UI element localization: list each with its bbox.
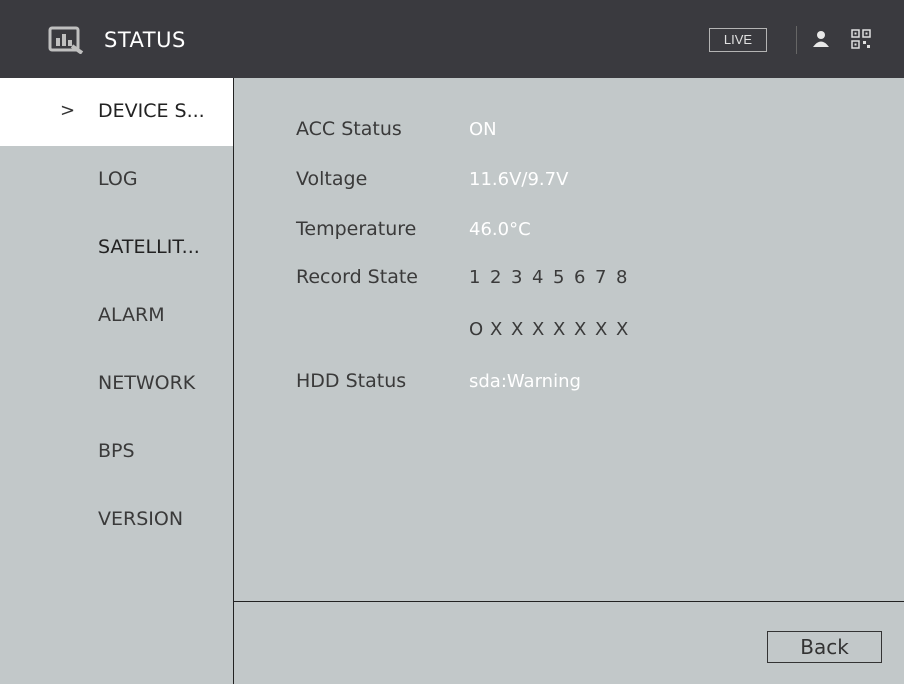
- logo-icon: [48, 26, 84, 54]
- record-channel: 4: [532, 267, 544, 288]
- temperature-label: Temperature: [296, 218, 417, 240]
- sidebar-item-label: BPS: [98, 440, 135, 462]
- record-channel-states: OXXXXXXX: [469, 319, 637, 340]
- sidebar-item-label: LOG: [98, 168, 138, 190]
- status-panel: ACC Status ON Voltage 11.6V/9.7V Tempera…: [234, 78, 904, 684]
- record-channel: 6: [574, 267, 586, 288]
- sidebar-item-satellite[interactable]: SATELLIT...: [0, 214, 233, 282]
- record-state: X: [511, 319, 524, 340]
- record-state: X: [490, 319, 503, 340]
- record-channel: 2: [490, 267, 502, 288]
- record-state: X: [595, 319, 608, 340]
- record-channel: 3: [511, 267, 523, 288]
- sidebar-item-label: DEVICE S...: [98, 100, 205, 122]
- sidebar-item-label: VERSION: [98, 508, 184, 530]
- record-channel: 1: [469, 267, 481, 288]
- sidebar-item-log[interactable]: LOG: [0, 146, 233, 214]
- live-button[interactable]: LIVE: [709, 28, 767, 52]
- acc-status-label: ACC Status: [296, 118, 402, 140]
- sidebar-item-network[interactable]: NETWORK: [0, 350, 233, 418]
- record-state: O: [469, 319, 484, 340]
- sidebar-item-bps[interactable]: BPS: [0, 418, 233, 486]
- sidebar: > DEVICE S... LOG SATELLIT... ALARM NETW…: [0, 78, 234, 684]
- sidebar-item-label: NETWORK: [98, 372, 196, 394]
- record-state-label: Record State: [296, 266, 418, 288]
- sidebar-item-label: ALARM: [98, 304, 165, 326]
- record-state: X: [553, 319, 566, 340]
- acc-status-value: ON: [469, 119, 497, 140]
- record-channel-numbers: 12345678: [469, 267, 637, 288]
- top-bar: STATUS LIVE: [0, 0, 904, 78]
- sidebar-item-device-status[interactable]: > DEVICE S...: [0, 78, 233, 146]
- record-state: X: [574, 319, 587, 340]
- sidebar-item-version[interactable]: VERSION: [0, 486, 233, 554]
- sidebar-item-alarm[interactable]: ALARM: [0, 282, 233, 350]
- record-channel: 7: [595, 267, 607, 288]
- voltage-value: 11.6V/9.7V: [469, 169, 569, 190]
- record-channel: 5: [553, 267, 565, 288]
- hdd-status-value: sda:Warning: [469, 371, 581, 392]
- header-divider: [796, 26, 797, 54]
- temperature-value: 46.0°C: [469, 219, 531, 240]
- record-state: X: [616, 319, 629, 340]
- record-state: X: [532, 319, 545, 340]
- footer-divider: [234, 601, 904, 602]
- back-button[interactable]: Back: [767, 631, 882, 663]
- sidebar-item-label: SATELLIT...: [98, 236, 200, 258]
- record-channel: 8: [616, 267, 628, 288]
- user-icon[interactable]: [812, 30, 830, 48]
- hdd-status-label: HDD Status: [296, 370, 407, 392]
- voltage-label: Voltage: [296, 168, 368, 190]
- qr-code-icon[interactable]: [851, 29, 871, 49]
- chevron-right-icon: >: [60, 100, 76, 121]
- page-title: STATUS: [104, 28, 186, 52]
